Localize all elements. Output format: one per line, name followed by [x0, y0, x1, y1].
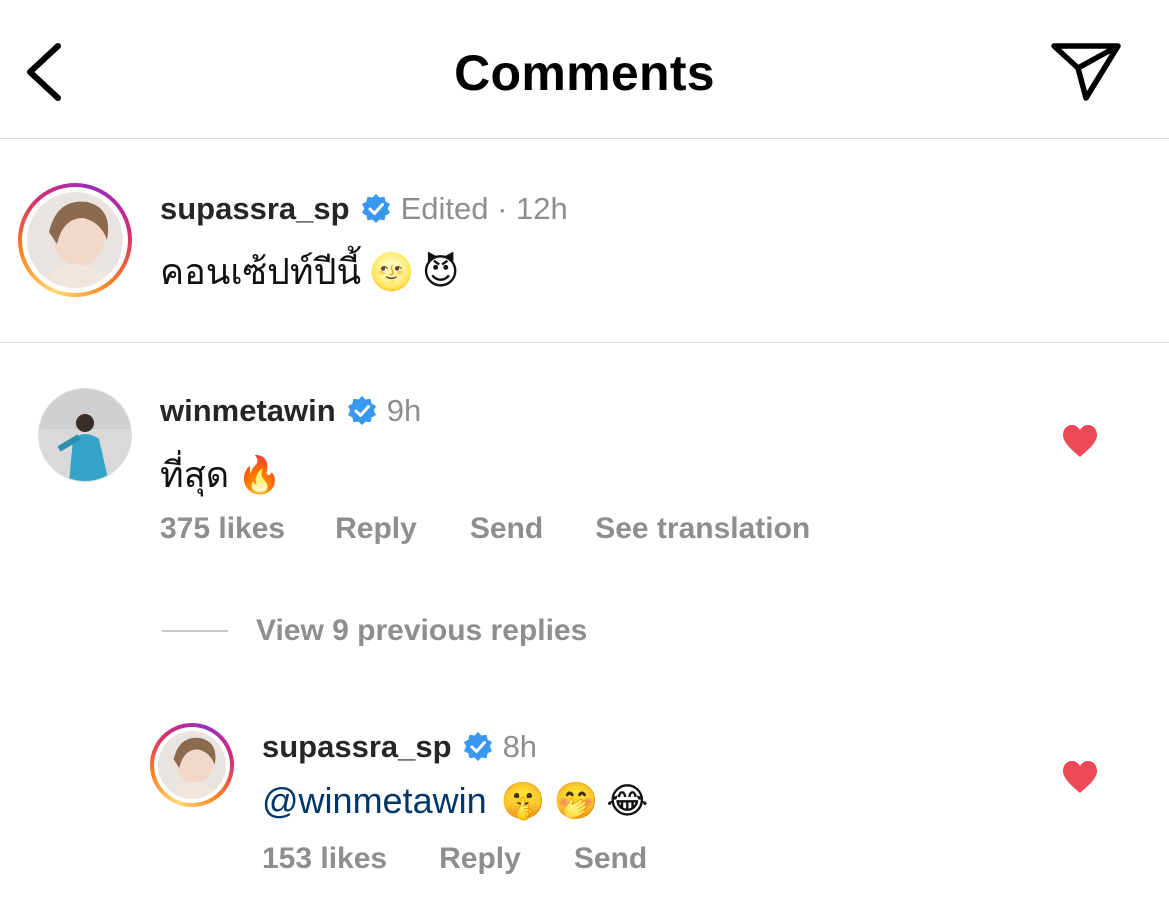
- smiling-devil-emoji: 😈: [421, 250, 460, 292]
- reply-text-line: @winmetawin 🤫 🤭 😂: [262, 780, 648, 822]
- post-caption: supassra_sp Edited · 12h คอนเซ้ปท์ปีนี้ …: [0, 139, 1169, 343]
- page-title: Comments: [454, 45, 715, 101]
- likes-count[interactable]: 375 likes: [160, 512, 285, 546]
- reply-actions: 153 likes Reply Send: [262, 842, 647, 876]
- reply-button[interactable]: Reply: [335, 512, 417, 546]
- avatar: [27, 192, 123, 288]
- top-bar: Comments: [0, 0, 1169, 139]
- see-translation-button[interactable]: See translation: [595, 512, 810, 546]
- mention-link[interactable]: @winmetawin: [262, 780, 487, 822]
- caption-text: คอนเซ้ปท์ปีนี้: [160, 251, 362, 292]
- likes-count[interactable]: 153 likes: [262, 842, 387, 876]
- comment-text: ที่สุด: [160, 454, 230, 495]
- tears-of-joy-emoji: 😂: [606, 780, 649, 821]
- comment-text-line: ที่สุด 🔥: [160, 446, 282, 503]
- view-previous-replies-button[interactable]: View 9 previous replies: [162, 614, 587, 648]
- avatar[interactable]: [38, 388, 132, 482]
- comment-time: 9h: [386, 393, 422, 428]
- fire-emoji: 🔥: [237, 453, 282, 495]
- reply-time: 8h: [502, 729, 538, 764]
- full-moon-face-emoji: 🌝: [369, 250, 414, 292]
- comment-actions: 375 likes Reply Send See translation: [160, 512, 810, 546]
- hand-over-mouth-emoji: 🤭: [553, 780, 599, 821]
- reply-username[interactable]: supassra_sp: [262, 729, 452, 765]
- shushing-face-emoji: 🤫: [500, 780, 546, 821]
- heart-icon[interactable]: [1061, 424, 1099, 458]
- share-button[interactable]: [1048, 38, 1124, 104]
- avatar: [158, 731, 226, 799]
- verified-badge-icon: [463, 732, 492, 761]
- view-replies-label: View 9 previous replies: [256, 614, 588, 647]
- reply-button[interactable]: Reply: [439, 842, 521, 876]
- caption-text-line: คอนเซ้ปท์ปีนี้ 🌝 😈: [160, 243, 459, 300]
- paper-plane-icon: [1051, 43, 1121, 101]
- divider-line: [162, 630, 228, 632]
- story-ring-avatar[interactable]: [18, 183, 132, 297]
- verified-badge-icon: [347, 396, 376, 425]
- heart-icon[interactable]: [1061, 760, 1099, 794]
- caption-meta: Edited · 12h: [400, 191, 568, 226]
- send-button[interactable]: Send: [574, 842, 647, 876]
- comment-username[interactable]: winmetawin: [160, 393, 336, 429]
- story-ring-avatar[interactable]: [150, 723, 234, 807]
- send-button[interactable]: Send: [470, 512, 543, 546]
- verified-badge-icon: [361, 194, 390, 223]
- caption-username[interactable]: supassra_sp: [160, 191, 350, 227]
